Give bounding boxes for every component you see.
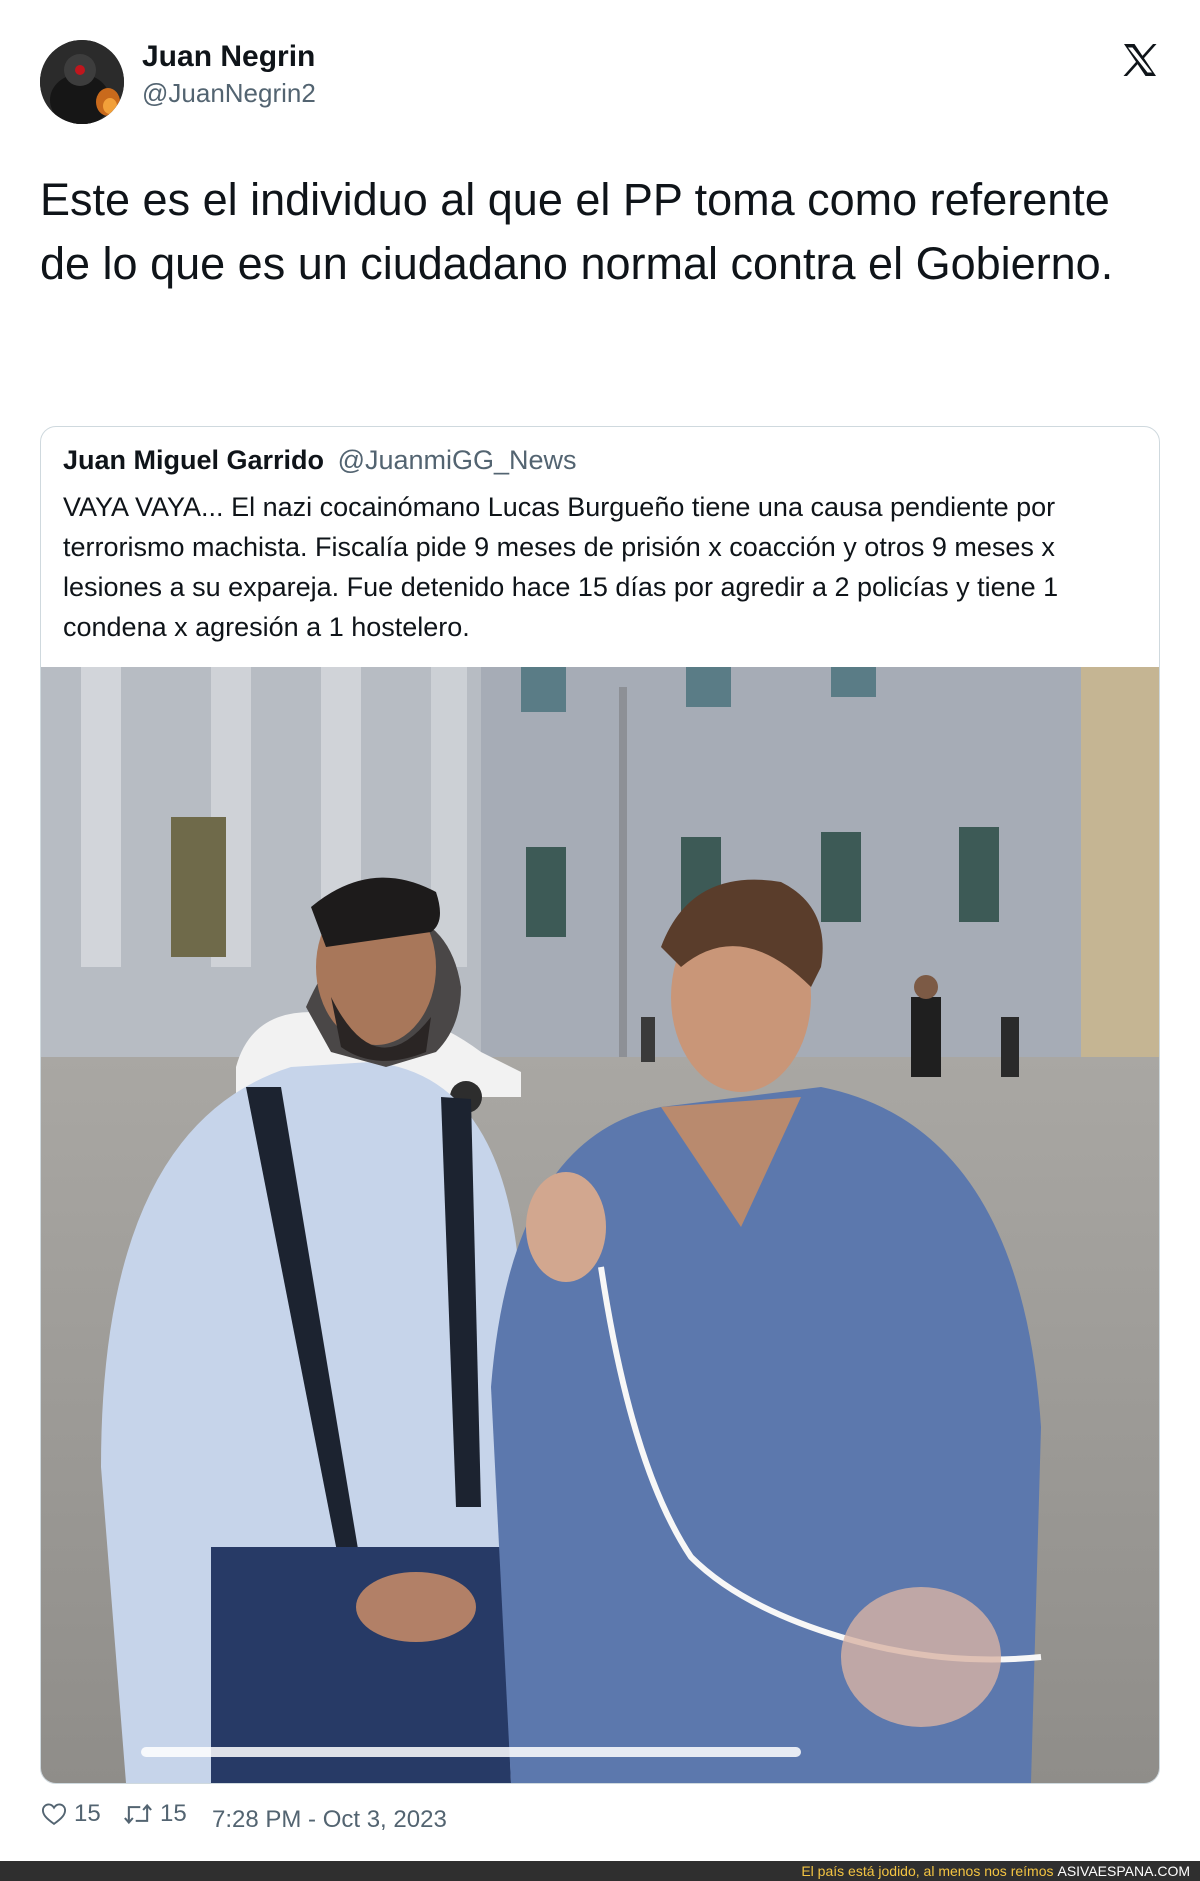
tweet-header: Juan Negrin @JuanNegrin2 xyxy=(40,40,1160,124)
heart-icon xyxy=(41,1803,67,1826)
retweet-icon xyxy=(124,1803,152,1825)
video-progress-bar[interactable] xyxy=(141,1747,801,1757)
author-avatar[interactable] xyxy=(40,40,124,124)
retweet-button[interactable]: 15 xyxy=(122,1800,187,1828)
quoted-tweet[interactable]: Juan Miguel Garrido @JuanmiGG_News VAYA … xyxy=(40,426,1160,1784)
quoted-tweet-header: Juan Miguel Garrido @JuanmiGG_News xyxy=(63,445,577,476)
like-button[interactable]: 15 xyxy=(40,1800,101,1828)
video-frame-image xyxy=(41,667,1159,1783)
site-name[interactable]: ASIVAESPANA.COM xyxy=(1057,1863,1190,1879)
author-handle[interactable]: @JuanNegrin2 xyxy=(142,78,316,109)
retweet-count: 15 xyxy=(160,1800,187,1827)
like-count: 15 xyxy=(74,1800,101,1827)
x-logo-icon[interactable] xyxy=(1120,40,1160,80)
tweet-timestamp[interactable]: 7:28 PM - Oct 3, 2023 xyxy=(212,1806,447,1834)
quoted-author-handle[interactable]: @JuanmiGG_News xyxy=(338,445,577,475)
author-name[interactable]: Juan Negrin xyxy=(142,40,315,74)
quoted-author-name[interactable]: Juan Miguel Garrido xyxy=(63,445,324,475)
avatar-image xyxy=(40,40,124,124)
site-slogan: El país está jodido, al menos nos reímos xyxy=(801,1863,1054,1879)
quoted-tweet-text: VAYA VAYA... El nazi cocainómano Lucas B… xyxy=(63,492,1059,642)
tweet-text: Este es el individuo al que el PP toma c… xyxy=(40,174,1114,289)
site-watermark-bar: El país está jodido, al menos nos reímos… xyxy=(0,1861,1200,1881)
quoted-tweet-video[interactable] xyxy=(41,667,1159,1783)
